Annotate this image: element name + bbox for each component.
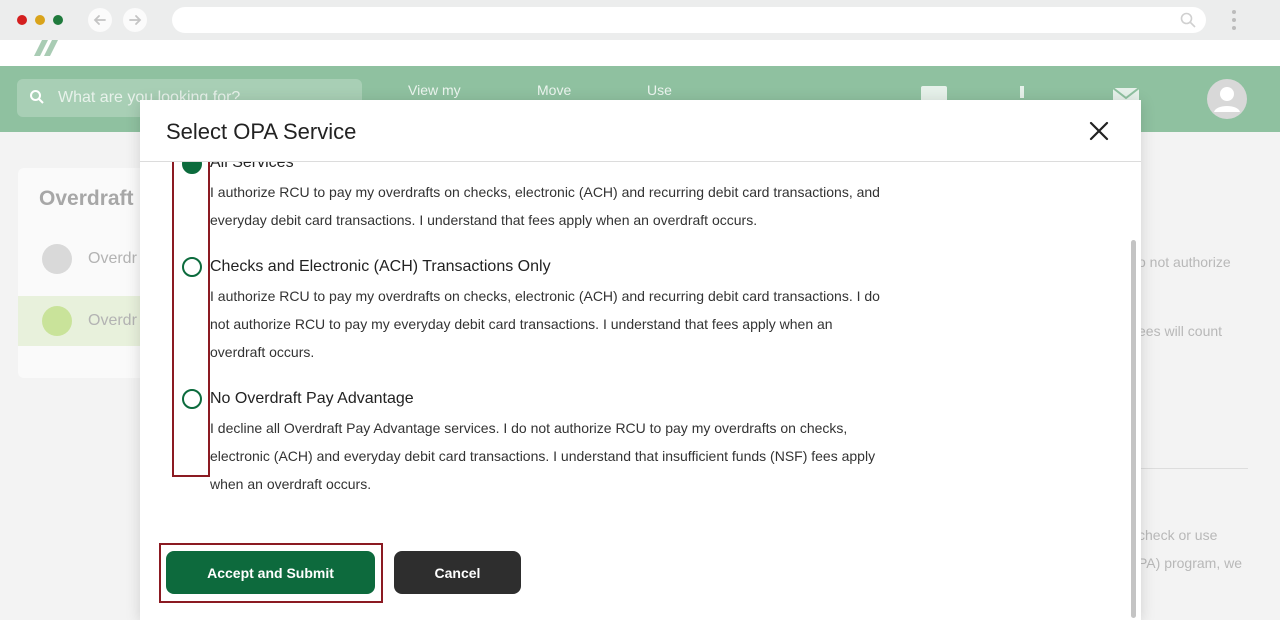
forward-button[interactable]	[123, 8, 147, 32]
background-text: ees will count	[1138, 323, 1223, 339]
cancel-label: Cancel	[434, 564, 481, 581]
cancel-button[interactable]: Cancel	[394, 551, 521, 594]
sidebar-item-label: Overdr	[88, 312, 137, 329]
background-text: o not authorize	[1138, 254, 1231, 270]
option-title-checks-ach-only: Checks and Electronic (ACH) Transactions…	[210, 258, 551, 275]
divider	[1140, 468, 1248, 469]
option-desc-all-services: I authorize RCU to pay my overdrafts on …	[210, 184, 880, 228]
back-button[interactable]	[88, 8, 112, 32]
nav-view-my[interactable]: View my	[408, 82, 461, 98]
logo-icon	[34, 40, 58, 56]
select-opa-dialog: Select OPA Service All Services I author…	[140, 100, 1141, 620]
sidebar-item-label: Overdr	[88, 250, 137, 267]
background-text: check or use	[1138, 527, 1218, 543]
close-button[interactable]	[1088, 120, 1110, 142]
browser-menu-button[interactable]	[1227, 8, 1241, 32]
radio-highlight-box	[172, 162, 210, 477]
dialog-body: All Services I authorize RCU to pay my o…	[140, 162, 1141, 620]
search-icon	[30, 90, 44, 104]
option-desc-checks-ach-only: I authorize RCU to pay my overdrafts on …	[210, 288, 880, 360]
option-title-no-overdraft-pay: No Overdraft Pay Advantage	[210, 390, 414, 407]
browser-chrome	[0, 0, 1280, 40]
search-icon	[1180, 12, 1196, 28]
site-logo-strip	[0, 40, 1280, 66]
sidebar-title: Overdraft	[39, 187, 134, 210]
option-title-all-services: All Services	[210, 162, 294, 171]
accept-and-submit-label: Accept and Submit	[207, 564, 334, 581]
check-badge-icon	[42, 306, 72, 336]
user-icon	[1214, 87, 1240, 112]
option-desc-no-overdraft-pay: I decline all Overdraft Pay Advantage se…	[210, 420, 876, 492]
address-bar[interactable]	[172, 7, 1206, 33]
dialog-title: Select OPA Service	[166, 119, 357, 144]
close-icon	[1089, 121, 1109, 141]
accept-and-submit-button[interactable]: Accept and Submit	[166, 551, 375, 594]
close-window-button[interactable]	[17, 15, 27, 25]
avatar[interactable]	[1207, 79, 1247, 119]
nav-use[interactable]: Use	[647, 82, 672, 98]
check-badge-icon	[42, 244, 72, 274]
minimize-window-button[interactable]	[35, 15, 45, 25]
dialog-header: Select OPA Service	[140, 100, 1141, 162]
dialog-scrollbar[interactable]	[1131, 240, 1136, 618]
maximize-window-button[interactable]	[53, 15, 63, 25]
nav-move[interactable]: Move	[537, 82, 571, 98]
background-text: PA) program, we	[1138, 555, 1242, 571]
arrow-left-icon	[93, 15, 106, 25]
arrow-right-icon	[129, 15, 142, 25]
